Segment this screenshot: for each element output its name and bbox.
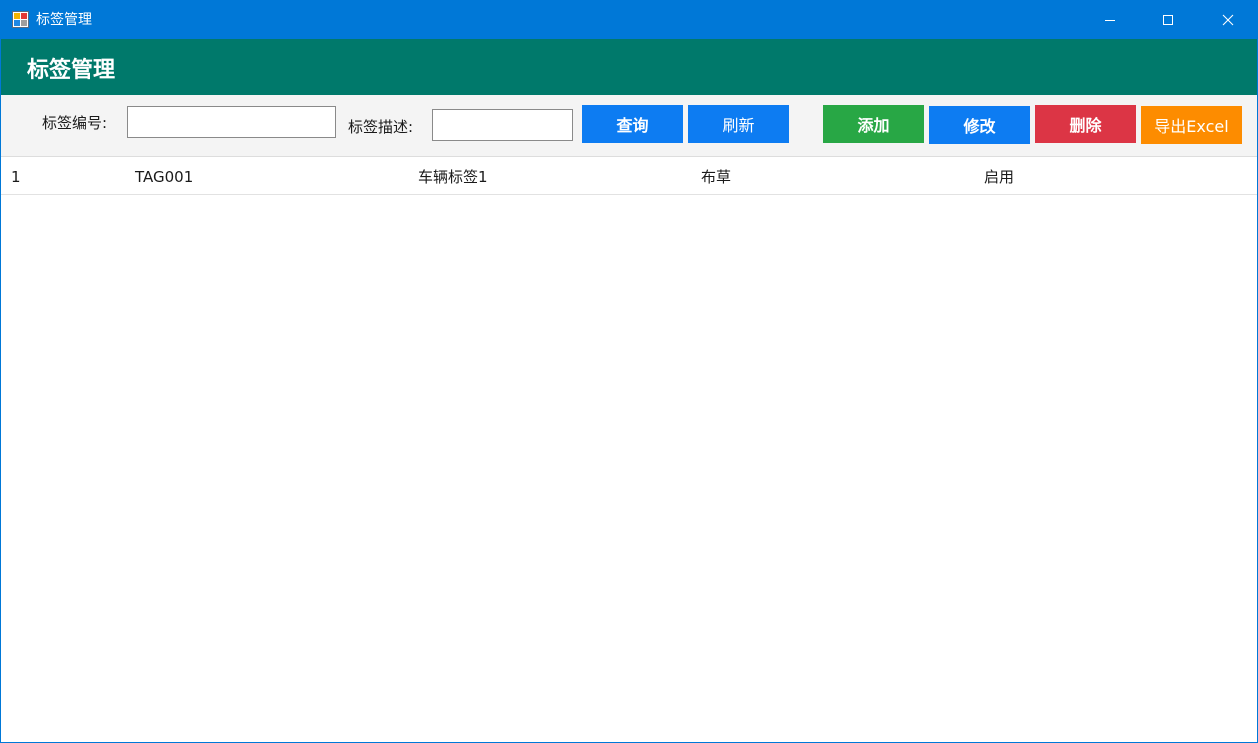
close-icon — [1222, 14, 1234, 26]
cell-status: 启用 — [984, 168, 1015, 186]
maximize-button[interactable] — [1139, 1, 1197, 39]
tag-table[interactable]: 1 TAG001 车辆标签1 布草 启用 — [1, 158, 1257, 742]
add-button[interactable]: 添加 — [823, 105, 924, 143]
refresh-button[interactable]: 刷新 — [688, 105, 789, 143]
tag-desc-input[interactable] — [432, 109, 573, 141]
tag-desc-label: 标签描述: — [348, 118, 414, 136]
minimize-button[interactable] — [1081, 1, 1139, 39]
page-title: 标签管理 — [27, 58, 116, 83]
edit-button[interactable]: 修改 — [929, 106, 1030, 144]
tag-code-input[interactable] — [127, 106, 336, 138]
query-button[interactable]: 查询 — [582, 105, 683, 143]
cell-index: 1 — [11, 168, 21, 186]
search-toolbar: 标签编号: 标签描述: 查询 刷新 添加 修改 删除 导出Excel — [1, 95, 1257, 157]
close-button[interactable] — [1199, 1, 1257, 39]
app-icon — [12, 11, 29, 28]
app-window: 标签管理 标签管理 标签编号: 标签描述: 查询 刷新 添加 修改 删除 导出E… — [0, 0, 1258, 743]
cell-category: 布草 — [701, 168, 732, 186]
title-bar[interactable]: 标签管理 — [1, 1, 1257, 39]
cell-tag-code: TAG001 — [135, 168, 194, 186]
export-excel-button[interactable]: 导出Excel — [1141, 106, 1242, 144]
table-row[interactable]: 1 TAG001 车辆标签1 布草 启用 — [1, 158, 1257, 195]
tag-code-label: 标签编号: — [42, 114, 108, 132]
delete-button[interactable]: 删除 — [1035, 105, 1136, 143]
window-title: 标签管理 — [36, 12, 92, 28]
maximize-icon — [1163, 15, 1173, 25]
minimize-icon — [1105, 20, 1115, 21]
page-header: 标签管理 — [1, 39, 1257, 95]
cell-tag-desc: 车辆标签1 — [418, 168, 488, 186]
